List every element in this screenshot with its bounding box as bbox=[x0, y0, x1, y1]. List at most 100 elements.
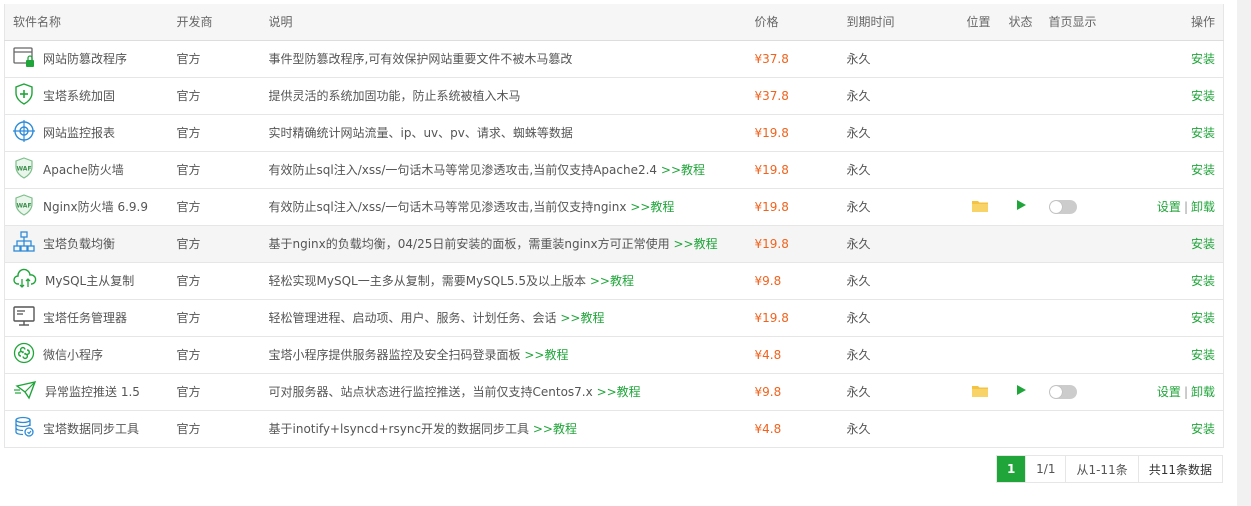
cell-desc: 有效防止sql注入/xss/一句话木马等常见渗透攻击,当前仅支持Apache2.… bbox=[260, 151, 747, 189]
uninstall-link[interactable]: 卸载 bbox=[1191, 385, 1215, 399]
cell-location bbox=[958, 114, 1001, 152]
cell-desc: 轻松实现MySQL一主多从复制，需要MySQL5.5及以上版本 >>教程 bbox=[260, 262, 747, 300]
cell-desc: 有效防止sql注入/xss/一句话木马等常见渗透攻击,当前仅支持nginx >>… bbox=[260, 188, 747, 226]
page-current[interactable]: 1 bbox=[997, 456, 1026, 482]
target-globe-icon bbox=[13, 120, 35, 145]
plugin-desc: 轻松实现MySQL一主多从复制，需要MySQL5.5及以上版本 bbox=[268, 274, 587, 288]
install-link[interactable]: 安装 bbox=[1191, 348, 1215, 362]
svg-text:WAF: WAF bbox=[16, 203, 31, 210]
plugin-name[interactable]: MySQL主从复制 bbox=[45, 272, 134, 289]
cell-homepage bbox=[1040, 151, 1111, 189]
install-link[interactable]: 安装 bbox=[1191, 237, 1215, 251]
vertical-scrollbar[interactable] bbox=[1237, 0, 1251, 506]
column-header-price[interactable]: 价格 bbox=[746, 4, 839, 41]
plugin-desc: 基于nginx的负载均衡，04/25日前安装的面板，需重装nginx方可正常使用 bbox=[268, 237, 670, 251]
table-row: 网站监控报表 官方 实时精确统计网站流量、ip、uv、pv、请求、蜘蛛等数据 ¥19.… bbox=[4, 114, 1224, 152]
plugin-name[interactable]: 宝塔任务管理器 bbox=[43, 309, 127, 326]
tutorial-link[interactable]: >>教程 bbox=[590, 274, 634, 288]
install-link[interactable]: 安装 bbox=[1191, 274, 1215, 288]
homepage-toggle[interactable] bbox=[1048, 384, 1077, 399]
plugin-name[interactable]: 网站防篡改程序 bbox=[43, 50, 127, 67]
plugin-name[interactable]: 微信小程序 bbox=[43, 346, 103, 363]
cell-price: ¥4.8 bbox=[746, 410, 839, 448]
plugin-name[interactable]: Apache防火墙 bbox=[43, 161, 124, 178]
cell-status bbox=[1000, 40, 1041, 78]
cell-homepage bbox=[1040, 373, 1111, 411]
cell-homepage bbox=[1040, 40, 1111, 78]
install-link[interactable]: 安装 bbox=[1191, 52, 1215, 66]
install-link[interactable]: 安装 bbox=[1191, 126, 1215, 140]
table-row: 宝塔任务管理器 官方 轻松管理进程、启动项、用户、服务、计划任务、会话 >>教程 ¥1… bbox=[4, 299, 1224, 337]
tutorial-link[interactable]: >>教程 bbox=[597, 385, 641, 399]
folder-icon[interactable] bbox=[971, 385, 988, 400]
cell-desc: 基于inotify+lsyncd+rsync开发的数据同步工具 >>教程 bbox=[260, 410, 747, 448]
folder-icon[interactable] bbox=[971, 200, 988, 215]
settings-link[interactable]: 设置 bbox=[1157, 385, 1181, 399]
tutorial-link[interactable]: >>教程 bbox=[661, 163, 705, 177]
column-header-homepage: 首页显示 bbox=[1040, 4, 1111, 41]
plugin-desc: 事件型防篡改程序,可有效保护网站重要文件不被木马篡改 bbox=[268, 52, 573, 66]
cell-status bbox=[1000, 77, 1041, 115]
table-row: WAF Nginx防火墙 6.9.9 官方 有效防止sql注入/xss/一句话木马等常… bbox=[4, 188, 1224, 226]
cell-homepage bbox=[1040, 77, 1111, 115]
page-range: 从1-11条 bbox=[1065, 456, 1137, 482]
table-row: 宝塔数据同步工具 官方 基于inotify+lsyncd+rsync开发的数据同步工… bbox=[4, 410, 1224, 448]
plugin-name[interactable]: 宝塔负载均衡 bbox=[43, 235, 115, 252]
cell-homepage bbox=[1040, 114, 1111, 152]
cell-name: 网站防篡改程序 bbox=[4, 40, 169, 78]
cell-homepage bbox=[1040, 410, 1111, 448]
install-link[interactable]: 安装 bbox=[1191, 163, 1215, 177]
uninstall-link[interactable]: 卸载 bbox=[1191, 200, 1215, 214]
mail-send-icon bbox=[13, 379, 37, 404]
cell-vendor: 官方 bbox=[168, 77, 261, 115]
homepage-toggle[interactable] bbox=[1048, 199, 1077, 214]
tutorial-link[interactable]: >>教程 bbox=[560, 311, 604, 325]
cell-vendor: 官方 bbox=[168, 225, 261, 263]
tutorial-link[interactable]: >>教程 bbox=[524, 348, 568, 362]
cell-location bbox=[958, 373, 1001, 411]
cloud-sync-icon bbox=[13, 268, 37, 293]
plugin-name[interactable]: 宝塔系统加固 bbox=[43, 87, 115, 104]
pagination: 1 1/1 从1-11条 共11条数据 bbox=[996, 455, 1223, 483]
cell-desc: 事件型防篡改程序,可有效保护网站重要文件不被木马篡改 bbox=[260, 40, 747, 78]
cell-status bbox=[1000, 225, 1041, 263]
table-row: WAF Apache防火墙 官方 有效防止sql注入/xss/一句话木马等常见渗透攻击… bbox=[4, 151, 1224, 189]
cell-vendor: 官方 bbox=[168, 262, 261, 300]
tutorial-link[interactable]: >>教程 bbox=[673, 237, 717, 251]
install-link[interactable]: 安装 bbox=[1191, 89, 1215, 103]
cell-vendor: 官方 bbox=[168, 373, 261, 411]
install-link[interactable]: 安装 bbox=[1191, 422, 1215, 436]
play-icon[interactable] bbox=[1015, 200, 1027, 214]
cell-expire: 永久 bbox=[838, 299, 959, 337]
cell-name: MySQL主从复制 bbox=[4, 262, 169, 300]
cell-status bbox=[1000, 262, 1041, 300]
cell-name: 微信小程序 bbox=[4, 336, 169, 374]
cell-expire: 永久 bbox=[838, 188, 959, 226]
cell-location bbox=[958, 77, 1001, 115]
cell-price: ¥19.8 bbox=[746, 188, 839, 226]
cell-location bbox=[958, 299, 1001, 337]
cell-homepage bbox=[1040, 188, 1111, 226]
cell-expire: 永久 bbox=[838, 40, 959, 78]
plugin-name[interactable]: Nginx防火墙 6.9.9 bbox=[43, 198, 148, 215]
column-header-name[interactable]: 软件名称 bbox=[4, 4, 169, 41]
tutorial-link[interactable]: >>教程 bbox=[533, 422, 577, 436]
install-link[interactable]: 安装 bbox=[1191, 311, 1215, 325]
cell-homepage bbox=[1040, 225, 1111, 263]
cell-homepage bbox=[1040, 262, 1111, 300]
cell-price: ¥19.8 bbox=[746, 151, 839, 189]
plugin-name[interactable]: 宝塔数据同步工具 bbox=[43, 420, 139, 437]
tutorial-link[interactable]: >>教程 bbox=[630, 200, 674, 214]
cell-name: 网站监控报表 bbox=[4, 114, 169, 152]
settings-link[interactable]: 设置 bbox=[1157, 200, 1181, 214]
plugin-name[interactable]: 网站监控报表 bbox=[43, 124, 115, 141]
column-header-action: 操作 bbox=[1110, 4, 1224, 41]
plugin-name[interactable]: 异常监控推送 1.5 bbox=[45, 383, 140, 400]
table-row: 宝塔系统加固 官方 提供灵活的系统加固功能，防止系统被植入木马 ¥37.8 永久 安装 bbox=[4, 77, 1224, 115]
cell-action: 安装 bbox=[1110, 410, 1224, 448]
cell-name: 宝塔系统加固 bbox=[4, 77, 169, 115]
play-icon[interactable] bbox=[1015, 385, 1027, 399]
cell-vendor: 官方 bbox=[168, 114, 261, 152]
plugin-table-container: 软件名称 开发商 说明 价格 到期时间 位置 状态 首页显示 操作 网站防篡改程… bbox=[4, 4, 1224, 448]
cell-status bbox=[1000, 188, 1041, 226]
